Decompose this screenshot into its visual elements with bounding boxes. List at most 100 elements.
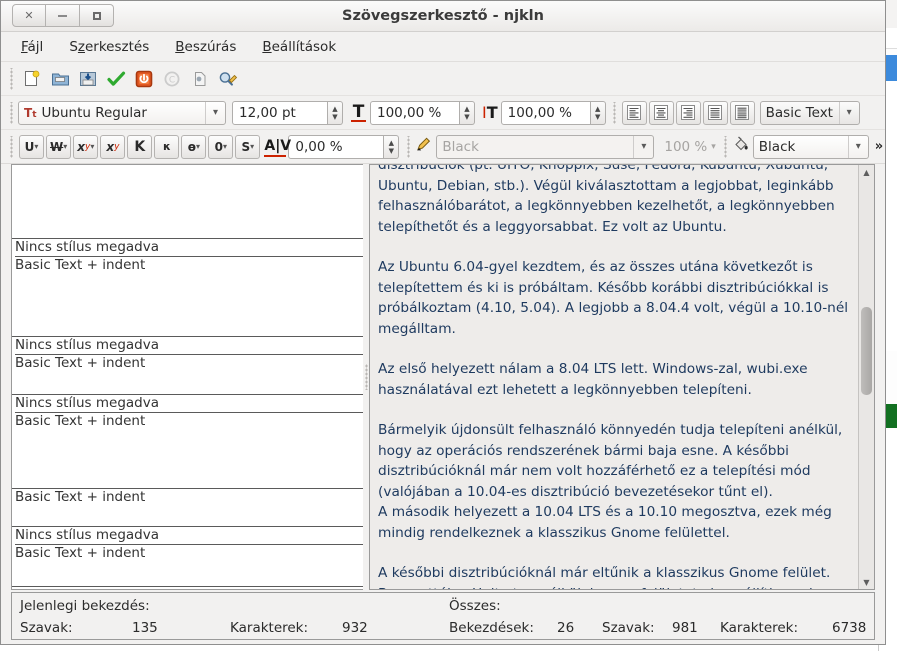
chevron-down-icon[interactable]: ▾	[633, 135, 653, 158]
scroll-down-icon[interactable]: ▼	[863, 575, 869, 589]
outline-button[interactable]: ө ▾	[181, 134, 207, 159]
char-height-stepper[interactable]: ▲ ▼	[590, 100, 606, 125]
export-page-icon[interactable]	[187, 66, 213, 91]
document-text-area[interactable]: disztribúciók (pt. UITO, Knoppix, Suse, …	[370, 165, 858, 589]
style-name-label: Nincs stílus megadva	[15, 337, 363, 355]
chevron-up-icon[interactable]: ▲	[389, 139, 394, 147]
document-paragraph: A későbbi disztribúcióknál már eltűnik a…	[378, 565, 831, 589]
quit-power-icon[interactable]	[131, 66, 157, 91]
fill-color-icon[interactable]	[732, 136, 751, 157]
chevron-down-icon[interactable]: ▼	[332, 113, 337, 121]
kerning-stepper[interactable]: ▲ ▼	[384, 134, 400, 159]
font-size-stepper[interactable]: ▲ ▼	[328, 100, 343, 125]
char-width-stepper[interactable]: ▲ ▼	[460, 100, 475, 125]
chevron-down-icon[interactable]: ▼	[464, 113, 469, 121]
align-center-button[interactable]	[648, 100, 674, 125]
font-size-input[interactable]: 12,00 pt	[232, 100, 328, 125]
font-face-icon: Tt	[24, 105, 37, 120]
shading-button[interactable]: S ▾	[235, 134, 261, 159]
style-block[interactable]: Nincs stílus megadva Basic Text + indent	[12, 527, 363, 587]
pen-color-icon[interactable]	[415, 136, 434, 157]
reload-icon[interactable]: C	[159, 66, 185, 91]
style-block[interactable]	[12, 165, 363, 239]
font-family-value: Ubuntu Regular	[41, 104, 147, 121]
paragraph-style-panel[interactable]: Nincs stílus megadva Basic Text + indent…	[11, 164, 363, 590]
save-icon[interactable]	[75, 66, 101, 91]
menu-szerkesztes[interactable]: Szerkesztés	[67, 37, 151, 57]
new-document-icon[interactable]	[19, 66, 45, 91]
fill-color-combo[interactable]: Black ▾	[752, 134, 869, 159]
chevron-down-icon[interactable]: ▾	[847, 135, 868, 158]
close-button[interactable]: ✕	[12, 4, 46, 27]
close-icon: ✕	[24, 9, 34, 22]
fill-group-grip[interactable]	[721, 135, 729, 158]
total-chars-value: 6738	[832, 620, 867, 636]
small-caps-button[interactable]: κ	[154, 134, 180, 159]
chevron-up-icon[interactable]: ▲	[464, 105, 469, 113]
char-width-icon: T	[351, 102, 366, 122]
align-justify-button[interactable]	[702, 100, 728, 125]
document-paragraph: Az Ubuntu 6.04-gyel kezdtem, és az össze…	[378, 259, 849, 337]
format-toolbar-grip[interactable]	[8, 135, 15, 158]
superscript-button[interactable]: xy	[100, 134, 126, 159]
document-scrollbar[interactable]: ▲ ▼	[858, 165, 874, 589]
maximize-button[interactable]	[80, 4, 114, 27]
strikethrough-button[interactable]: W ▾	[46, 134, 72, 159]
style-block[interactable]: Nincs stílus megadva Basic Text + indent	[12, 395, 363, 489]
chevron-up-icon[interactable]: ▲	[595, 105, 600, 113]
style-block[interactable]: Basic Text + indent	[12, 489, 363, 527]
underline-button[interactable]: U ▾	[19, 134, 44, 159]
chevron-down-icon[interactable]: ▾	[711, 142, 716, 152]
chevron-up-icon[interactable]: ▲	[332, 105, 337, 113]
document-paragraph: Bármelyik újdonsült felhasználó könnyedé…	[378, 422, 843, 500]
paragraph-style-combo[interactable]: Basic Text ▾	[759, 100, 860, 125]
style-basic-label: Basic Text + indent	[15, 413, 146, 429]
scroll-up-icon[interactable]: ▲	[863, 165, 869, 179]
status-bar: Jelenlegi bekezdés: Összes: Szavak: 135 …	[11, 592, 875, 640]
font-toolbar-grip[interactable]	[8, 101, 15, 124]
chevron-down-icon[interactable]: ▼	[595, 113, 600, 121]
menu-fajl[interactable]: Fájl	[19, 37, 45, 57]
toolbar-overflow-button[interactable]: »	[875, 139, 883, 154]
align-left-button[interactable]	[621, 100, 647, 125]
toolbar-grip[interactable]	[8, 67, 15, 90]
align-right-button[interactable]	[675, 100, 701, 125]
stroke-color-combo[interactable]: Black ▾	[436, 134, 655, 159]
style-basic-label: Basic Text + indent	[15, 257, 146, 273]
open-folder-icon[interactable]	[47, 66, 73, 91]
char-height-input[interactable]: 100,00 %	[500, 100, 591, 125]
style-block[interactable]: Nincs stílus megadva Basic Text + indent	[12, 239, 363, 337]
align-block-button[interactable]	[729, 100, 755, 125]
svg-text:C: C	[169, 75, 175, 85]
subscript-button[interactable]: x y ▾	[73, 134, 99, 159]
chevron-down-icon[interactable]: ▾	[205, 101, 225, 124]
window-title: Szövegszerkesztő - njkln	[342, 8, 544, 24]
check-apply-icon[interactable]	[103, 66, 129, 91]
chevron-down-icon[interactable]: ▾	[838, 101, 859, 124]
style-basic-label: Basic Text + indent	[15, 545, 146, 561]
menu-beallitasok[interactable]: Beállítások	[260, 37, 338, 57]
inspect-magnifier-icon[interactable]	[215, 66, 241, 91]
document-paragraph: disztribúciók (pt. UITO, Knoppix, Suse, …	[378, 165, 835, 235]
kerning-input[interactable]: 0,00 %	[288, 134, 385, 159]
total-paragraphs-label: Bekezdések:	[449, 620, 534, 636]
opacity-value: 100 %	[664, 138, 708, 155]
document-pane: disztribúciók (pt. UITO, Knoppix, Suse, …	[369, 164, 875, 590]
editor-content-area: Nincs stílus megadva Basic Text + indent…	[1, 164, 885, 590]
current-words-value: 135	[132, 620, 158, 636]
char-width-input[interactable]: 100,00 %	[370, 100, 460, 125]
scrollbar-thumb[interactable]	[861, 307, 872, 395]
stroke-color-value: Black	[442, 138, 479, 155]
style-block[interactable]: Nincs stílus megadva Basic Text + indent	[12, 337, 363, 395]
minimize-button[interactable]	[46, 4, 80, 27]
bold-button[interactable]: K	[127, 134, 153, 159]
style-basic-label: Basic Text + indent	[15, 489, 146, 505]
align-group-grip[interactable]	[610, 101, 618, 124]
scrollbar-track[interactable]	[859, 179, 874, 575]
menu-beszuras[interactable]: Beszúrás	[173, 37, 238, 57]
shadow-button[interactable]: 0 ▾	[208, 134, 234, 159]
color-group-grip[interactable]	[405, 135, 413, 158]
current-paragraph-label: Jelenlegi bekezdés:	[20, 598, 150, 614]
chevron-down-icon[interactable]: ▼	[389, 147, 394, 155]
font-family-combo[interactable]: Tt Ubuntu Regular ▾	[18, 100, 226, 125]
